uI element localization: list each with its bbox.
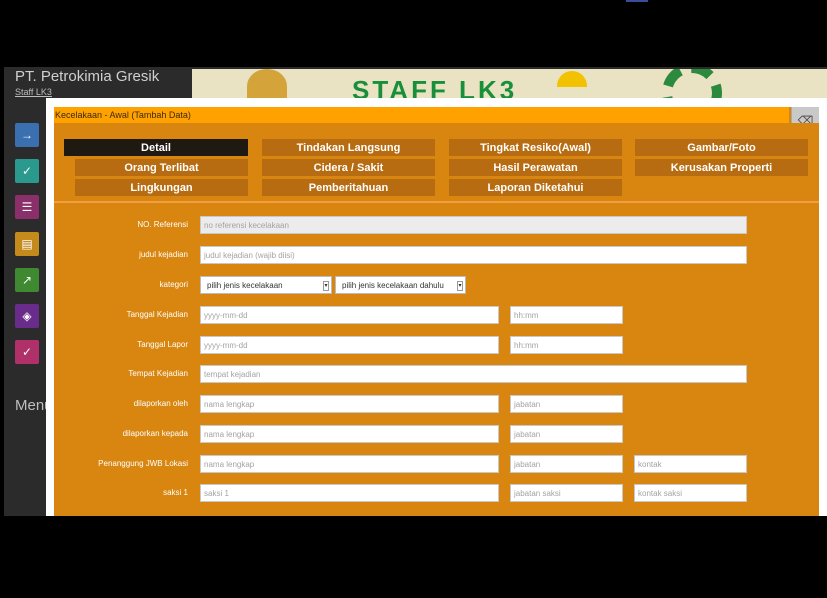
modal-dialog: Kecelakaan - Awal (Tambah Data) ⌫ Detail… xyxy=(46,98,827,516)
tab-cidera-sakit[interactable]: Cidera / Sakit xyxy=(262,159,435,176)
chevron-down-icon: ▾ xyxy=(457,281,463,291)
ref-input: no referensi kecelakaan xyxy=(200,216,747,234)
tab-gambar-foto[interactable]: Gambar/Foto xyxy=(635,139,808,156)
saksi-label: saksi 1 xyxy=(163,488,188,497)
helmet-icon xyxy=(557,71,587,87)
tgl-lapor-time-input[interactable]: hh:mm xyxy=(510,336,623,354)
company-name: PT. Petrokimia Gresik xyxy=(15,68,160,85)
pj-kontak-input[interactable]: kontak xyxy=(634,455,747,473)
tab-orang-terlibat[interactable]: Orang Terlibat xyxy=(75,159,248,176)
tgl-kejadian-label: Tanggal Kejadian xyxy=(126,310,188,319)
tgl-lapor-label: Tanggal Lapor xyxy=(137,340,188,349)
folder-icon[interactable]: ▤ xyxy=(15,232,39,256)
tab-tingkat-resiko[interactable]: Tingkat Resiko(Awal) xyxy=(449,139,622,156)
tab-divider xyxy=(54,201,819,203)
dilaporkan-kepada-nama-input[interactable]: nama lengkap xyxy=(200,425,499,443)
saksi-kontak-input[interactable]: kontak saksi xyxy=(634,484,747,502)
kategori-select[interactable]: pilih jenis kecelakaan ▾ xyxy=(200,276,332,294)
judul-input[interactable]: judul kejadian (wajib diisi) xyxy=(200,246,747,264)
tab-pemberitahuan[interactable]: Pemberitahuan xyxy=(262,179,435,196)
saksi-jabatan-input[interactable]: jabatan saksi xyxy=(510,484,623,502)
tgl-kejadian-time-input[interactable]: hh:mm xyxy=(510,306,623,324)
tempat-label: Tempat Kejadian xyxy=(128,369,188,378)
pj-nama-input[interactable]: nama lengkap xyxy=(200,455,499,473)
dilaporkan-oleh-label: dilaporkan oleh xyxy=(133,399,188,408)
tab-kerusakan-properti[interactable]: Kerusakan Properti xyxy=(635,159,808,176)
modal-title: Kecelakaan - Awal (Tambah Data) xyxy=(55,110,191,120)
screen: PT. Petrokimia Gresik Staff LK3 → ✓ ☰ ▤ … xyxy=(0,0,827,598)
user-link[interactable]: Staff LK3 xyxy=(15,87,52,97)
tab-hasil-perawatan[interactable]: Hasil Perawatan xyxy=(449,159,622,176)
tab-laporan-diketahui[interactable]: Laporan Diketahui xyxy=(449,179,622,196)
ref-label: NO. Referensi xyxy=(137,220,188,229)
tempat-input[interactable]: tempat kejadian xyxy=(200,365,747,383)
list-icon[interactable]: ☰ xyxy=(15,195,39,219)
jenis-select-value: pilih jenis kecelakaan dahulu xyxy=(342,280,444,290)
calendar-check-icon[interactable]: ✓ xyxy=(15,340,39,364)
chevron-down-icon: ▾ xyxy=(323,281,329,291)
arrow-circle-icon[interactable]: → xyxy=(15,123,39,147)
pj-label: Penanggung JWB Lokasi xyxy=(98,459,188,468)
tab-tindakan-langsung[interactable]: Tindakan Langsung xyxy=(262,139,435,156)
pj-jabatan-input[interactable]: jabatan xyxy=(510,455,623,473)
calendar-check-icon[interactable]: ✓ xyxy=(15,159,39,183)
tgl-kejadian-date-input[interactable]: yyyy-mm-dd xyxy=(200,306,499,324)
tab-lingkungan[interactable]: Lingkungan xyxy=(75,179,248,196)
dilaporkan-kepada-jabatan-input[interactable]: jabatan xyxy=(510,425,623,443)
dilaporkan-oleh-nama-input[interactable]: nama lengkap xyxy=(200,395,499,413)
kategori-select-value: pilih jenis kecelakaan xyxy=(207,280,283,290)
tab-bar: Detail Tindakan Langsung Tingkat Resiko(… xyxy=(54,123,819,202)
tab-detail[interactable]: Detail xyxy=(64,139,248,156)
tgl-lapor-date-input[interactable]: yyyy-mm-dd xyxy=(200,336,499,354)
dilaporkan-oleh-jabatan-input[interactable]: jabatan xyxy=(510,395,623,413)
top-indicator xyxy=(626,0,648,2)
saksi-nama-input[interactable]: saksi 1 xyxy=(200,484,499,502)
modal-body: Kecelakaan - Awal (Tambah Data) ⌫ Detail… xyxy=(54,107,819,516)
kategori-label: kategori xyxy=(159,280,188,289)
box-icon[interactable]: ◈ xyxy=(15,304,39,328)
chart-icon[interactable]: ↗ xyxy=(15,268,39,292)
jenis-select[interactable]: pilih jenis kecelakaan dahulu ▾ xyxy=(335,276,466,294)
judul-label: judul kejadian xyxy=(139,250,188,259)
modal-header: Kecelakaan - Awal (Tambah Data) xyxy=(54,107,789,123)
dilaporkan-kepada-label: dilaporkan kepada xyxy=(122,429,188,438)
